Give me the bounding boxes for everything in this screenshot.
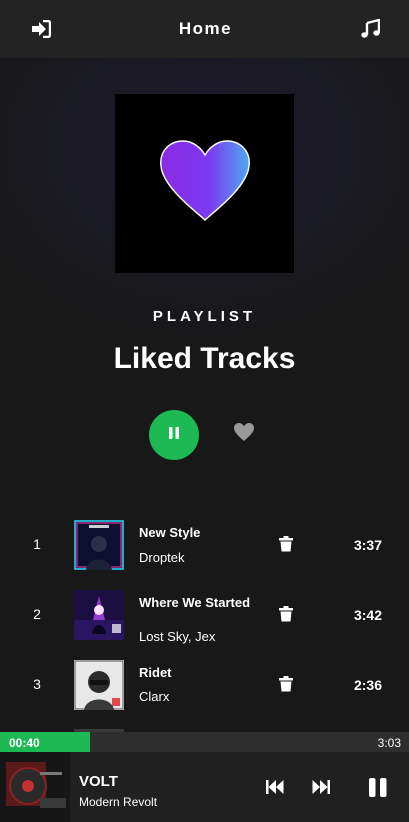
- playlist-header: PLAYLIST Liked Tracks: [0, 58, 409, 498]
- track-duration: 2:36: [353, 677, 382, 693]
- pause-button[interactable]: [369, 778, 387, 802]
- track-number: 2: [33, 606, 41, 622]
- track-name: Ridet: [139, 665, 172, 680]
- track-artist: Lost Sky, Jex: [139, 629, 216, 644]
- previous-button[interactable]: [266, 780, 284, 799]
- trash-icon[interactable]: [279, 536, 293, 552]
- track-row[interactable]: 1 New Style Droptek 3:37: [0, 510, 409, 580]
- skip-back-icon: [266, 780, 284, 799]
- now-playing-bar: VOLT Modern Revolt: [0, 752, 409, 822]
- trash-icon[interactable]: [279, 676, 293, 692]
- skip-forward-icon: [312, 780, 330, 799]
- heart-outline-icon: [233, 422, 255, 447]
- music-note-icon[interactable]: [359, 18, 381, 40]
- now-playing-artwork: [0, 752, 70, 822]
- track-list: 1 New Style Droptek 3:37 2 Where We Star…: [0, 510, 409, 732]
- track-artist: Droptek: [139, 550, 185, 565]
- logout-icon[interactable]: [30, 18, 52, 40]
- track-artist: Clarx: [139, 689, 170, 704]
- track-name: Where We Started: [139, 595, 251, 610]
- track-name: New Style: [139, 525, 201, 540]
- top-bar: Home: [0, 0, 409, 58]
- now-playing-artist: Modern Revolt: [79, 795, 158, 809]
- next-button[interactable]: [312, 780, 330, 799]
- track-artwork: [74, 660, 124, 710]
- playlist-title: Liked Tracks: [113, 342, 296, 375]
- heart-icon: [159, 140, 251, 227]
- playlist-cover: [115, 94, 294, 273]
- progress-bar[interactable]: 00:40 3:03: [0, 732, 409, 752]
- current-time: 00:40: [9, 736, 40, 750]
- pause-icon: [168, 426, 180, 444]
- track-number: 1: [33, 536, 41, 552]
- track-artwork: [74, 520, 124, 570]
- track-row[interactable]: 2 Where We Started Lost Sky, Jex 3:42: [0, 580, 409, 650]
- play-pause-button[interactable]: [149, 410, 199, 460]
- track-row[interactable]: 3 Ridet Clarx 2:36: [0, 650, 409, 720]
- track-duration: 3:42: [353, 607, 382, 623]
- page-title: Home: [178, 19, 233, 38]
- track-number: 3: [33, 676, 41, 692]
- pause-icon: [369, 778, 387, 802]
- now-playing-title: VOLT: [79, 773, 118, 790]
- track-duration: 3:37: [353, 537, 382, 553]
- trash-icon[interactable]: [279, 606, 293, 622]
- playlist-kicker: PLAYLIST: [152, 308, 257, 325]
- like-button[interactable]: [232, 422, 256, 446]
- total-time: 3:03: [377, 736, 401, 750]
- track-artwork: [74, 590, 124, 640]
